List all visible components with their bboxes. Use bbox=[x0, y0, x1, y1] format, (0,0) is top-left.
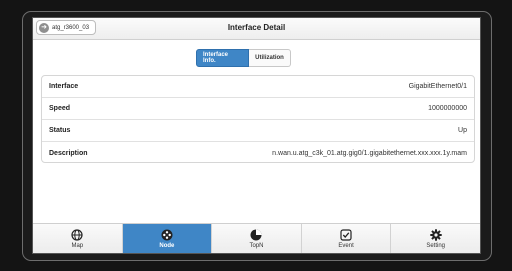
segment-utilization[interactable]: Utilization bbox=[249, 49, 291, 67]
page-title: Interface Detail bbox=[227, 23, 286, 32]
detail-row-speed: Speed 1000000000 bbox=[42, 98, 474, 120]
tab-topn[interactable]: TopN bbox=[212, 224, 302, 253]
interface-detail-table: Interface GigabitEthernet0/1 Speed 10000… bbox=[41, 75, 475, 163]
detail-label: Speed bbox=[49, 105, 71, 112]
bottom-tab-bar: Map Node TopN Event Setting bbox=[33, 223, 480, 253]
detail-value: n.wan.u.atg_c3k_01.atg.gig0/1.gigabiteth… bbox=[272, 149, 467, 157]
detail-row-status: Status Up bbox=[42, 120, 474, 142]
gear-icon bbox=[429, 228, 442, 241]
node-icon bbox=[161, 229, 173, 240]
app-screen: ➜ atg_r3600_03 Interface Detail Interfac… bbox=[32, 17, 481, 254]
detail-label: Description bbox=[49, 149, 88, 157]
detail-label: Status bbox=[49, 127, 71, 134]
tab-map[interactable]: Map bbox=[33, 224, 123, 253]
tab-event[interactable]: Event bbox=[302, 224, 392, 253]
tab-label: Setting bbox=[426, 242, 446, 249]
pie-icon bbox=[250, 229, 262, 240]
detail-value: Up bbox=[458, 127, 467, 134]
tab-label: TopN bbox=[249, 242, 264, 249]
detail-row-description: Description n.wan.u.atg_c3k_01.atg.gig0/… bbox=[42, 142, 474, 162]
top-bar: ➜ atg_r3600_03 Interface Detail bbox=[33, 18, 480, 40]
detail-row-interface: Interface GigabitEthernet0/1 bbox=[42, 76, 474, 98]
tab-label: Event bbox=[338, 242, 354, 249]
detail-value: GigabitEthernet0/1 bbox=[408, 83, 467, 90]
tab-label: Map bbox=[71, 242, 84, 249]
tab-label: Node bbox=[159, 242, 175, 249]
segment-interface-info[interactable]: Interface Info. bbox=[196, 49, 249, 67]
detail-value: 1000000000 bbox=[428, 105, 467, 112]
detail-label: Interface bbox=[49, 83, 79, 90]
event-check-icon bbox=[340, 228, 352, 241]
segmented-control: Interface Info. Utilization bbox=[196, 49, 291, 67]
tab-setting[interactable]: Setting bbox=[391, 224, 480, 253]
globe-icon bbox=[71, 228, 83, 241]
tab-node[interactable]: Node bbox=[122, 224, 213, 253]
